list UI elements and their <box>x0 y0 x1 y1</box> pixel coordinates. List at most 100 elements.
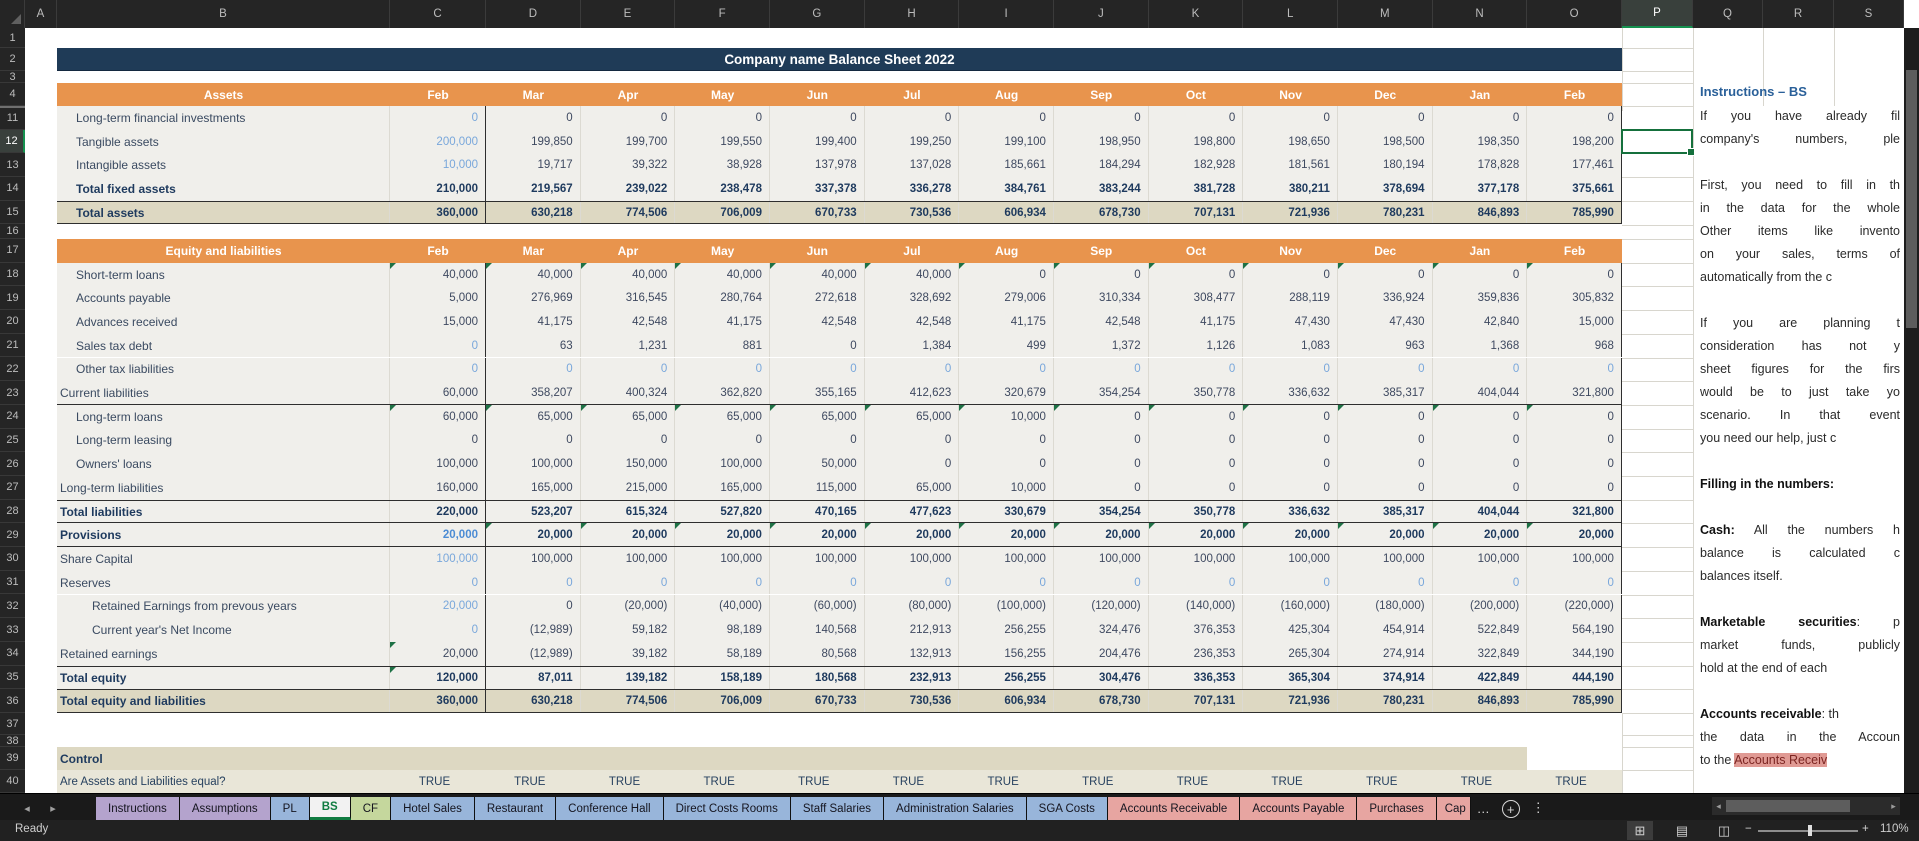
cell-I27[interactable]: 10,000 <box>959 476 1054 500</box>
cell-I35[interactable]: 256,255 <box>959 667 1054 690</box>
row-header-15[interactable]: 15 <box>0 201 25 225</box>
cell-O19[interactable]: 305,832 <box>1527 286 1622 310</box>
cell-C19[interactable]: 5,000 <box>390 286 486 310</box>
cell-B21[interactable]: Sales tax debt <box>57 334 390 358</box>
cell-C14[interactable]: 210,000 <box>390 177 486 201</box>
cell-I31[interactable]: 0 <box>959 571 1054 595</box>
cell-M12[interactable]: 198,500 <box>1338 130 1433 154</box>
cell-G25[interactable]: 0 <box>770 429 865 453</box>
cell-C36[interactable]: 360,000 <box>390 690 486 712</box>
cell-C26[interactable]: 100,000 <box>390 452 486 476</box>
cell-K22[interactable]: 0 <box>1149 358 1244 382</box>
cell-I12[interactable]: 199,100 <box>959 130 1054 154</box>
cell-F36[interactable]: 706,009 <box>675 690 770 712</box>
cell-M35[interactable]: 374,914 <box>1338 667 1433 690</box>
sheet-tab-direct-costs-rooms[interactable]: Direct Costs Rooms <box>664 797 791 820</box>
cell-I26[interactable]: 0 <box>959 452 1054 476</box>
cell-G22[interactable]: 0 <box>770 358 865 382</box>
cell-C12[interactable]: 200,000 <box>390 130 486 154</box>
cell-B13[interactable]: Intangible assets <box>57 153 390 177</box>
cell-G11[interactable]: 0 <box>770 106 865 130</box>
cell-H23[interactable]: 412,623 <box>865 381 960 404</box>
cell-D35[interactable]: 87,011 <box>486 667 581 690</box>
cell-F30[interactable]: 100,000 <box>675 547 770 571</box>
cell-D12[interactable]: 199,850 <box>486 130 581 154</box>
cell-N30[interactable]: 100,000 <box>1433 547 1528 571</box>
row-header-40[interactable]: 40 <box>0 770 25 793</box>
cell-M19[interactable]: 336,924 <box>1338 286 1433 310</box>
cell-D14[interactable]: 219,567 <box>486 177 581 201</box>
cell-J31[interactable]: 0 <box>1054 571 1149 595</box>
cell-D19[interactable]: 276,969 <box>486 286 581 310</box>
cell-B24[interactable]: Long-term loans <box>57 405 390 429</box>
col-header-E[interactable]: E <box>581 0 676 28</box>
row-header-11[interactable]: 11 <box>0 106 25 130</box>
normal-view-icon[interactable]: ⊞ <box>1627 821 1653 840</box>
cell-O31[interactable]: 0 <box>1527 571 1622 595</box>
cell-K31[interactable]: 0 <box>1149 571 1244 595</box>
cell-G31[interactable]: 0 <box>770 571 865 595</box>
cell-F18[interactable]: 40,000 <box>675 263 770 287</box>
col-header-F[interactable]: F <box>675 0 770 28</box>
cell-L27[interactable]: 0 <box>1243 476 1338 500</box>
cell-J21[interactable]: 1,372 <box>1054 334 1149 358</box>
cell-J29[interactable]: 20,000 <box>1054 523 1149 546</box>
cell-O22[interactable]: 0 <box>1527 358 1622 382</box>
sheet-tab-assumptions[interactable]: Assumptions <box>180 797 271 820</box>
cell-N32[interactable]: (200,000) <box>1433 595 1528 619</box>
cell-M25[interactable]: 0 <box>1338 429 1433 453</box>
cell-D15[interactable]: 630,218 <box>486 202 581 224</box>
cell-C24[interactable]: 60,000 <box>390 405 486 429</box>
month-header-10[interactable]: Dec <box>1338 83 1433 106</box>
cell-L24[interactable]: 0 <box>1243 405 1338 429</box>
cell-J35[interactable]: 304,476 <box>1054 667 1149 690</box>
month-header-3[interactable]: May <box>675 83 770 106</box>
cell-J22[interactable]: 0 <box>1054 358 1149 382</box>
cell-F13[interactable]: 38,928 <box>675 153 770 177</box>
cell-H19[interactable]: 328,692 <box>865 286 960 310</box>
cell-K24[interactable]: 0 <box>1149 405 1244 429</box>
col-header-R[interactable]: R <box>1763 0 1834 28</box>
row-header-23[interactable]: 23 <box>0 381 25 405</box>
cell-F12[interactable]: 199,550 <box>675 130 770 154</box>
cell-O21[interactable]: 968 <box>1527 334 1622 358</box>
cell-F25[interactable]: 0 <box>675 429 770 453</box>
cell-K14[interactable]: 381,728 <box>1149 177 1244 201</box>
cell-F29[interactable]: 20,000 <box>675 523 770 546</box>
cell-B40[interactable]: Are Assets and Liabilities equal? <box>57 770 390 793</box>
cell-C15[interactable]: 360,000 <box>390 202 486 224</box>
cell-C23[interactable]: 60,000 <box>390 381 486 404</box>
cell-J36[interactable]: 678,730 <box>1054 690 1149 712</box>
cell-E12[interactable]: 199,700 <box>581 130 676 154</box>
cell-K40[interactable]: TRUE <box>1149 770 1244 793</box>
select-all-corner[interactable] <box>0 0 25 28</box>
cell-E26[interactable]: 150,000 <box>581 452 676 476</box>
cell-M21[interactable]: 963 <box>1338 334 1433 358</box>
cell-D31[interactable]: 0 <box>486 571 581 595</box>
cell-L14[interactable]: 380,211 <box>1243 177 1338 201</box>
cell-L12[interactable]: 198,650 <box>1243 130 1338 154</box>
cell-N28[interactable]: 404,044 <box>1433 501 1528 523</box>
cell-D34[interactable]: (12,989) <box>486 642 581 666</box>
cell-O36[interactable]: 785,990 <box>1527 690 1622 712</box>
cell-N29[interactable]: 20,000 <box>1433 523 1528 546</box>
cell-H29[interactable]: 20,000 <box>865 523 960 546</box>
cell-F21[interactable]: 881 <box>675 334 770 358</box>
cell-H13[interactable]: 137,028 <box>865 153 960 177</box>
cell-N13[interactable]: 178,828 <box>1433 153 1528 177</box>
cell-K11[interactable]: 0 <box>1149 106 1244 130</box>
cell-M31[interactable]: 0 <box>1338 571 1433 595</box>
cell-B19[interactable]: Accounts payable <box>57 286 390 310</box>
row-header-25[interactable]: 25 <box>0 429 25 453</box>
row-header-16[interactable]: 16 <box>0 225 25 240</box>
row-header-24[interactable]: 24 <box>0 405 25 429</box>
col-header-G[interactable]: G <box>770 0 865 28</box>
cell-J32[interactable]: (120,000) <box>1054 595 1149 619</box>
cell-L18[interactable]: 0 <box>1243 263 1338 287</box>
cell-L11[interactable]: 0 <box>1243 106 1338 130</box>
col-header-H[interactable]: H <box>865 0 960 28</box>
cell-J19[interactable]: 310,334 <box>1054 286 1149 310</box>
cell-L22[interactable]: 0 <box>1243 358 1338 382</box>
row-header-31[interactable]: 31 <box>0 571 25 595</box>
cell-E31[interactable]: 0 <box>581 571 676 595</box>
